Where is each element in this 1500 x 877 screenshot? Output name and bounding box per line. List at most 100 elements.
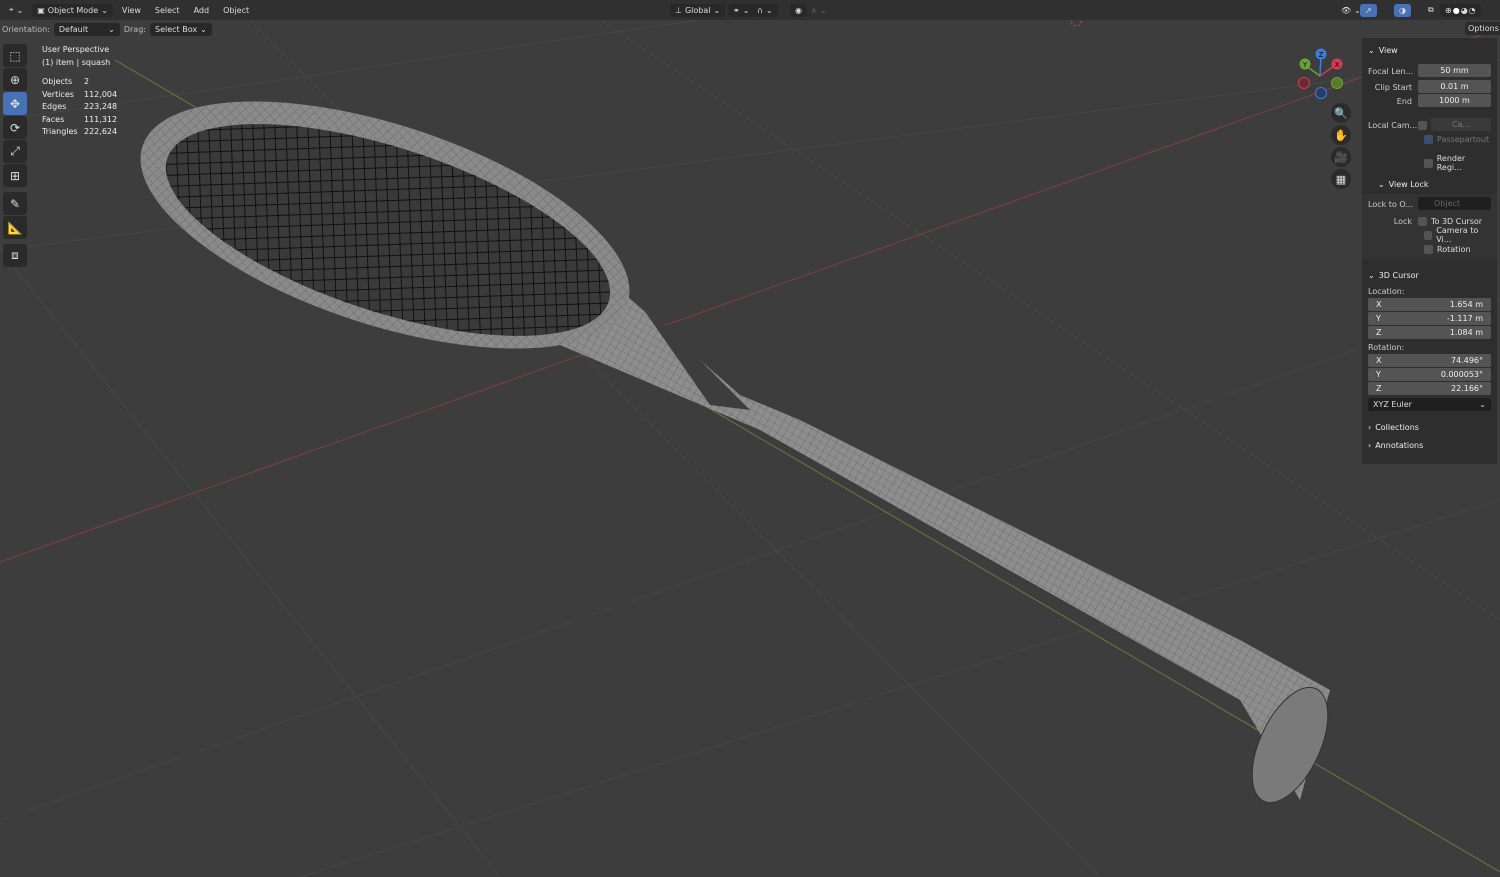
falloff-dropdown[interactable]: ∧ ⌄ [806, 4, 832, 17]
solid-shading-icon[interactable]: ● [1453, 6, 1460, 15]
annotate-tool[interactable]: ✎ [3, 192, 27, 215]
scene-stats: Objects 2 Vertices 112,004 Edges 223,248 Fa… [42, 76, 117, 139]
3d-viewport[interactable] [0, 0, 1500, 877]
cursor-location-y[interactable]: Y -1.117 m [1368, 312, 1491, 325]
options-button[interactable]: Options [1465, 22, 1500, 35]
3d-cursor-header[interactable]: ⌄ 3D Cursor [1368, 267, 1491, 283]
menu-view[interactable]: View [117, 4, 146, 17]
camera-to-view-checkbox[interactable] [1424, 230, 1433, 240]
lock-label: Lock [1393, 216, 1412, 226]
camera-view-button[interactable]: 🎥 [1331, 147, 1351, 167]
gizmo-z-label[interactable]: Z [1319, 51, 1324, 59]
zoom-icon: 🔍 [1334, 106, 1348, 120]
pan-button[interactable]: ✋ [1331, 125, 1351, 145]
drag-dropdown[interactable]: Select Box ⌄ [149, 22, 212, 36]
stat-value: 2 [84, 77, 90, 86]
drag-value: Select Box [154, 24, 198, 34]
pivot-dropdown[interactable]: ⚭ ⌄ [728, 3, 755, 17]
xray-toggle[interactable]: ⧉ [1423, 3, 1439, 17]
transform-tool[interactable]: ⊞ [3, 164, 27, 187]
local-camera-field[interactable]: Ca... [1431, 118, 1491, 131]
material-shading-icon[interactable]: ◕ [1461, 6, 1468, 15]
lock-cursor-checkbox[interactable] [1418, 216, 1427, 226]
cursor-location-z[interactable]: Z 1.084 m [1368, 326, 1491, 339]
rotate-tool[interactable]: ⟳ [3, 116, 27, 139]
select-box-tool[interactable]: ⬚ [3, 44, 27, 67]
focal-length-label: Focal Len... [1368, 66, 1414, 76]
lock-rotation-checkbox[interactable] [1424, 244, 1433, 254]
snap-toggle[interactable]: ∩ ⌄ [752, 3, 778, 17]
mode-label: Object Mode [47, 5, 99, 15]
axis-value: 1.654 m [1449, 300, 1483, 309]
stat-value: 112,004 [84, 89, 118, 99]
camera-to-view-label: Camera to Vi... [1436, 226, 1479, 244]
move-icon: ✥ [9, 96, 21, 111]
local-camera-checkbox[interactable] [1418, 120, 1427, 130]
cursor-rotation-y[interactable]: Y 0.000053° [1368, 368, 1491, 381]
gizmo-toggle[interactable]: ↗ [1360, 3, 1377, 17]
add-cube-icon: ⧈ [11, 248, 19, 262]
chevron-down-icon: ⌄ [1368, 45, 1375, 55]
cursor-icon: ⊕ [9, 72, 21, 87]
camera-icon: 🎥 [1334, 150, 1348, 164]
menu-object[interactable]: Object [218, 4, 254, 17]
wireframe-shading-icon[interactable]: ⊕ [1445, 6, 1452, 15]
cursor-location-x[interactable]: X 1.654 m [1368, 298, 1491, 311]
rotation-label: Rotation: [1368, 343, 1405, 352]
lock-to-object-field[interactable]: Object [1418, 197, 1491, 210]
menu-add[interactable]: Add [189, 4, 215, 17]
add-cube-tool[interactable]: ⧈ [3, 244, 27, 267]
drag-label: Drag: [123, 24, 146, 34]
rotation-mode-dropdown[interactable]: XYZ Euler ⌄ [1368, 398, 1491, 411]
proportional-edit-toggle[interactable]: ◉ [790, 3, 807, 17]
transform-orientation-dropdown[interactable]: ⊥ Global ⌄ [670, 3, 726, 17]
cursor-rotation-z[interactable]: Z 22.166° [1368, 382, 1491, 395]
tool-settings-bar: Orientation: Default ⌄ Drag: Select Box ⌄ [0, 20, 212, 38]
axes-icon: ⊥ [675, 5, 682, 15]
rendered-shading-icon[interactable]: ◔ [1469, 6, 1476, 15]
rotation-mode-value: XYZ Euler [1373, 400, 1412, 409]
gizmo-y-label[interactable]: Y [1302, 61, 1308, 69]
axis-value: 74.496° [1451, 356, 1483, 365]
panel-title: View [1378, 45, 1398, 55]
gizmo-x-label[interactable]: X [1335, 61, 1340, 69]
chevron-down-icon: ⌄ [1479, 400, 1486, 409]
measure-tool[interactable]: 📐 [3, 216, 27, 239]
ortho-toggle-button[interactable]: ▦ [1331, 169, 1351, 189]
zoom-button[interactable]: 🔍 [1331, 103, 1351, 123]
viewport-info: User Perspective (1) item | squash Objec… [42, 44, 117, 139]
editor-type-button[interactable]: ⌖ ⌄ [4, 3, 28, 17]
axis-value: 22.166° [1451, 384, 1483, 393]
overlays-toggle[interactable]: ◑ [1394, 3, 1411, 17]
shading-modes[interactable]: ⊕ ● ◕ ◔ [1440, 3, 1481, 17]
link-icon: ⚭ [733, 5, 740, 15]
navigation-gizmo[interactable]: Z X Y [1290, 46, 1350, 106]
annotations-header[interactable]: › Annotations [1368, 437, 1491, 453]
clip-end-field[interactable]: 1000 m [1418, 94, 1491, 107]
chevron-down-icon: ⌄ [1368, 270, 1375, 280]
panel-title: 3D Cursor [1378, 270, 1419, 280]
grid-icon: ▦ [1335, 172, 1347, 186]
passepartout-checkbox[interactable] [1424, 134, 1433, 144]
render-region-checkbox[interactable] [1424, 158, 1433, 168]
axis-value: 0.000053° [1440, 370, 1483, 379]
mode-dropdown[interactable]: ▣ Object Mode ⌄ [32, 3, 113, 17]
scale-tool[interactable]: ⤢ [3, 140, 27, 163]
lock-cursor-label: To 3D Cursor [1431, 216, 1483, 226]
view-panel-header[interactable]: ⌄ View [1368, 42, 1491, 58]
view-lock-header[interactable]: ⌄ View Lock [1368, 176, 1491, 192]
menu-select[interactable]: Select [150, 4, 185, 17]
cursor-rotation-x[interactable]: X 74.496° [1368, 354, 1491, 367]
falloff-icon: ∧ [811, 5, 817, 15]
orientation-dropdown[interactable]: Default ⌄ [53, 22, 120, 36]
cursor-tool[interactable]: ⊕ [3, 68, 27, 91]
focal-length-field[interactable]: 50 mm [1418, 64, 1491, 77]
overlays-icon: ◑ [1399, 5, 1406, 15]
racket-model[interactable] [112, 51, 1344, 814]
viewport-icon: ⌖ [9, 5, 14, 14]
collections-header[interactable]: › Collections [1368, 419, 1491, 435]
chevron-right-icon: › [1368, 422, 1372, 432]
move-tool[interactable]: ✥ [3, 92, 27, 115]
clip-start-field[interactable]: 0.01 m [1418, 80, 1491, 93]
orientation-value: Default [58, 24, 89, 34]
